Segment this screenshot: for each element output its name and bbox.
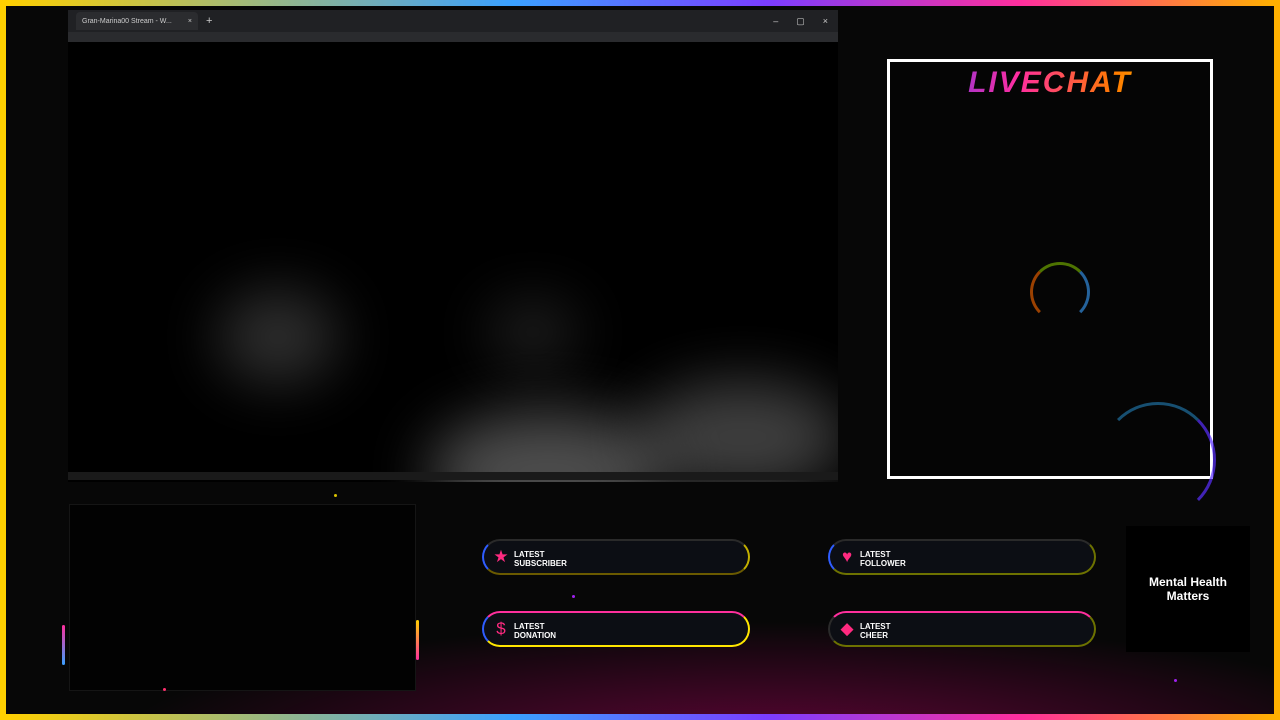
mental-health-text: Mental Health Matters [1148, 575, 1227, 603]
sparkle-dot [1174, 679, 1177, 682]
tab-title: Gran-Marina00 Stream - W... [82, 17, 172, 25]
minimize-button[interactable]: – [773, 16, 778, 27]
heart-icon: ♥ [841, 547, 853, 566]
latest-subscriber-bar: ★ LATEST SUBSCRIBER [482, 539, 750, 575]
tab-bar: Gran-Marina00 Stream - W... × + – ▢ × [68, 10, 838, 32]
livechat-panel: LIVECHAT [887, 59, 1216, 518]
label-line: FOLLOWER [860, 559, 906, 568]
blur-shape [638, 382, 838, 482]
loading-spinner-icon [1030, 262, 1090, 322]
label-line: LATEST [514, 622, 545, 631]
latest-donation-label: LATEST DONATION [514, 622, 556, 640]
latest-subscriber-label: LATEST SUBSCRIBER [514, 550, 567, 568]
diamond-icon: ◆ [840, 619, 854, 638]
label-line: CHEER [860, 631, 889, 640]
blur-shape [488, 302, 578, 362]
decorative-ring [1100, 402, 1216, 518]
blur-shape [218, 292, 338, 382]
star-icon: ★ [493, 547, 509, 566]
latest-cheer-label: LATEST CHEER [860, 622, 891, 640]
window-controls: – ▢ × [773, 16, 838, 27]
label-line: LATEST [514, 550, 545, 559]
close-button[interactable]: × [823, 16, 828, 27]
sparkle-dot [334, 494, 337, 497]
label-line: SUBSCRIBER [514, 559, 567, 568]
latest-cheer-bar: ◆ LATEST CHEER [828, 611, 1096, 647]
cam-accent-right [416, 620, 419, 660]
latest-follower-bar: ♥ LATEST FOLLOWER [828, 539, 1096, 575]
address-bar[interactable] [68, 32, 838, 42]
sparkle-dot [572, 595, 575, 598]
browser-viewport [68, 42, 838, 482]
browser-tab[interactable]: Gran-Marina00 Stream - W... × [76, 12, 198, 30]
browser-window: Gran-Marina00 Stream - W... × + – ▢ × [68, 10, 838, 482]
label-line: DONATION [514, 631, 557, 640]
tab-close-icon[interactable]: × [188, 18, 192, 25]
new-tab-button[interactable]: + [206, 15, 212, 27]
maximize-button[interactable]: ▢ [796, 16, 805, 27]
taskbar [68, 472, 838, 480]
label-line: LATEST [860, 622, 891, 631]
cam-accent-left [62, 625, 65, 665]
mental-health-panel: Mental Health Matters [1126, 526, 1250, 652]
dollar-icon: $ [496, 619, 506, 638]
latest-donation-bar: $ LATEST DONATION [482, 611, 750, 647]
latest-follower-label: LATEST FOLLOWER [860, 550, 906, 568]
livechat-title: LIVECHAT [890, 66, 1210, 100]
sparkle-dot [163, 688, 166, 691]
label-line: LATEST [860, 550, 891, 559]
camera-frame [62, 505, 419, 690]
